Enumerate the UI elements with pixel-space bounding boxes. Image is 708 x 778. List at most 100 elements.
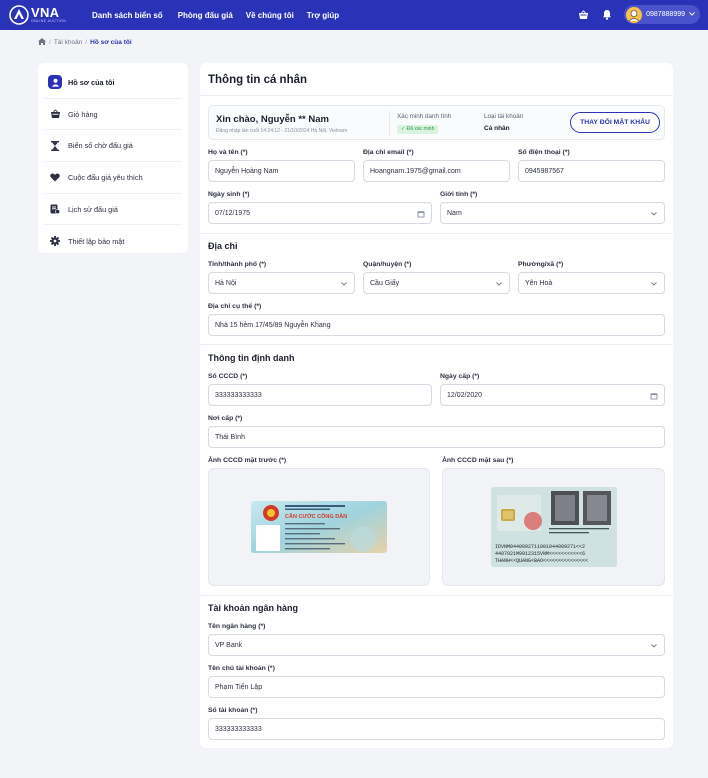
account-type-value: Cá nhân	[484, 125, 510, 132]
mrz-line-2: 4407021M9912315VNM<<<<<<<<<<<6	[495, 551, 585, 557]
nav-auction-room[interactable]: Phòng đấu giá	[178, 11, 233, 20]
issue-date-label: Ngày cấp (*)	[440, 373, 480, 380]
breadcrumb-current: Hồ sơ của tôi	[90, 39, 132, 46]
chevron-down-icon	[649, 209, 658, 218]
chevron-down-icon	[689, 11, 695, 18]
home-icon[interactable]	[38, 38, 46, 47]
sidebar: Hồ sơ của tôi Giỏ hàng Biển số chờ đấu g…	[38, 63, 188, 253]
account-number-label: Số tài khoản (*)	[208, 707, 258, 714]
sidebar-item-label: Biển số chờ đấu giá	[68, 141, 133, 151]
issue-date-field[interactable]: 12/02/2020	[440, 384, 665, 406]
id-front-label: Ảnh CCCD mặt trước (*)	[208, 457, 287, 464]
identity-section-title: Thông tin định danh	[208, 353, 295, 363]
sidebar-item-profile[interactable]: Hồ sơ của tôi	[44, 67, 182, 99]
breadcrumb: / Tài khoản / Hồ sơ của tôi	[38, 38, 132, 47]
bank-section-title: Tài khoản ngân hàng	[208, 603, 299, 613]
history-icon	[48, 202, 62, 216]
issue-date-value: 12/02/2020	[447, 391, 483, 399]
sidebar-item-label: Giỏ hàng	[68, 109, 98, 119]
calendar-icon[interactable]	[416, 209, 425, 218]
id-back-label: Ảnh CCCD mặt sau (*)	[442, 457, 514, 464]
sidebar-item-label: Lịch sử đấu giá	[68, 204, 118, 214]
address-detail-label: Địa chỉ cụ thể (*)	[208, 303, 262, 310]
nav-plate-list[interactable]: Danh sách biển số	[92, 11, 163, 20]
ward-value: Yên Hoà	[525, 279, 553, 287]
gender-select[interactable]: Nam	[440, 202, 665, 224]
sidebar-item-label: Cuộc đấu giá yêu thích	[68, 172, 143, 182]
sidebar-item-history[interactable]: Lịch sử đấu giá	[44, 194, 182, 226]
cccd-field[interactable]: 333333333333	[208, 384, 432, 406]
address-detail-field[interactable]: Nhà 15 hẻm 17/45/89 Nguyễn Khang	[208, 314, 665, 336]
user-phone: 0987888999	[646, 11, 685, 18]
nav-about-us[interactable]: Về chúng tôi	[246, 11, 294, 20]
verify-label: Xác minh danh tính	[397, 113, 452, 120]
dob-label: Ngày sinh (*)	[208, 191, 250, 198]
address-section-title: Địa chỉ	[208, 241, 238, 251]
gender-value: Nam	[447, 209, 462, 217]
bank-name-select[interactable]: VP Bank	[208, 634, 665, 656]
sidebar-item-security[interactable]: Thiết lập bảo mật	[44, 225, 182, 257]
divider	[200, 95, 673, 96]
account-holder-field[interactable]: Phạm Tiến Lập	[208, 676, 665, 698]
avatar	[626, 6, 643, 23]
district-select[interactable]: Cầu Giấy	[363, 272, 510, 294]
sidebar-item-pending-plates[interactable]: Biển số chờ đấu giá	[44, 130, 182, 163]
province-value: Hà Nội	[215, 279, 237, 287]
account-type-label: Loại tài khoản	[484, 113, 524, 120]
issue-place-field[interactable]: Thái Bình	[208, 426, 665, 448]
id-front-upload[interactable]: CĂN CƯỚC CÔNG DÂN	[208, 468, 430, 586]
ward-label: Phường/xã (*)	[518, 261, 564, 268]
user-icon	[48, 75, 62, 90]
id-card-heading: CĂN CƯỚC CÔNG DÂN	[285, 512, 347, 520]
logo-mark-icon	[9, 5, 29, 25]
email-label: Địa chỉ email (*)	[363, 149, 414, 156]
sidebar-item-favorites[interactable]: Cuộc đấu giá yêu thích	[44, 162, 182, 194]
hourglass-icon	[48, 139, 62, 153]
id-card-back-image: IDVNM0440092711001044009271<<2 4407021M9…	[490, 487, 617, 567]
top-navbar: VNA ONLINE AUCTION Danh sách biển số Phò…	[0, 0, 708, 30]
province-label: Tỉnh/thành phố (*)	[208, 261, 267, 268]
nav-help[interactable]: Trợ giúp	[307, 11, 339, 20]
calendar-icon[interactable]	[649, 391, 658, 400]
mrz-line-3: THANH<<QUANG<BAO<<<<<<<<<<<<<<<	[495, 558, 588, 564]
bank-name-label: Tên ngân hàng (*)	[208, 623, 266, 630]
cart-icon[interactable]	[576, 8, 590, 22]
chevron-down-icon	[494, 279, 503, 288]
issue-place-label: Nơi cấp (*)	[208, 415, 243, 422]
district-value: Cầu Giấy	[370, 279, 400, 287]
dob-field[interactable]: 07/12/1975	[208, 202, 432, 224]
greeting-name: Xin chào, Nguyễn ** Nam	[216, 114, 329, 125]
breadcrumb-separator: /	[85, 39, 88, 46]
gear-icon	[48, 234, 62, 248]
logo-text: VNA	[31, 4, 60, 20]
id-back-upload[interactable]: IDVNM0440092711001044009271<<2 4407021M9…	[442, 468, 665, 586]
heart-icon	[48, 170, 62, 184]
change-password-button[interactable]: THAY ĐỔI MẬT KHẨU	[570, 112, 660, 133]
page-title: Thông tin cá nhân	[208, 74, 308, 86]
district-label: Quận/huyện (*)	[363, 261, 412, 268]
account-number-field[interactable]: 333333333333	[208, 718, 665, 740]
sidebar-item-cart[interactable]: Giỏ hàng	[44, 99, 182, 131]
email-field[interactable]: Hoangnam.1975@gmail.com	[363, 160, 510, 182]
profile-card: Thông tin cá nhân Xin chào, Nguyễn ** Na…	[200, 63, 673, 748]
ward-select[interactable]: Yên Hoà	[518, 272, 665, 294]
divider	[200, 233, 673, 234]
chevron-down-icon	[649, 279, 658, 288]
bank-name-value: VP Bank	[215, 641, 243, 649]
verified-badge: ✓ Đã xác minh	[397, 125, 439, 134]
user-menu[interactable]: 0987888999	[624, 5, 700, 24]
bell-icon[interactable]	[600, 8, 614, 22]
cccd-label: Số CCCD (*)	[208, 373, 248, 380]
breadcrumb-account[interactable]: Tài khoản	[54, 39, 83, 46]
basket-icon	[48, 107, 62, 121]
divider	[200, 344, 673, 345]
logo[interactable]: VNA ONLINE AUCTION	[9, 5, 79, 25]
province-select[interactable]: Hà Nội	[208, 272, 355, 294]
phone-field[interactable]: 0945987567	[518, 160, 665, 182]
account-holder-label: Tên chủ tài khoản (*)	[208, 665, 275, 672]
divider	[200, 595, 673, 596]
main-nav: Danh sách biển số Phòng đấu giá Về chúng…	[92, 11, 352, 20]
logo-subtext: ONLINE AUCTION	[31, 18, 67, 23]
full-name-field[interactable]: Nguyễn Hoàng Nam	[208, 160, 355, 182]
greeting-panel: Xin chào, Nguyễn ** Nam Đăng nhập lần cu…	[208, 105, 665, 140]
